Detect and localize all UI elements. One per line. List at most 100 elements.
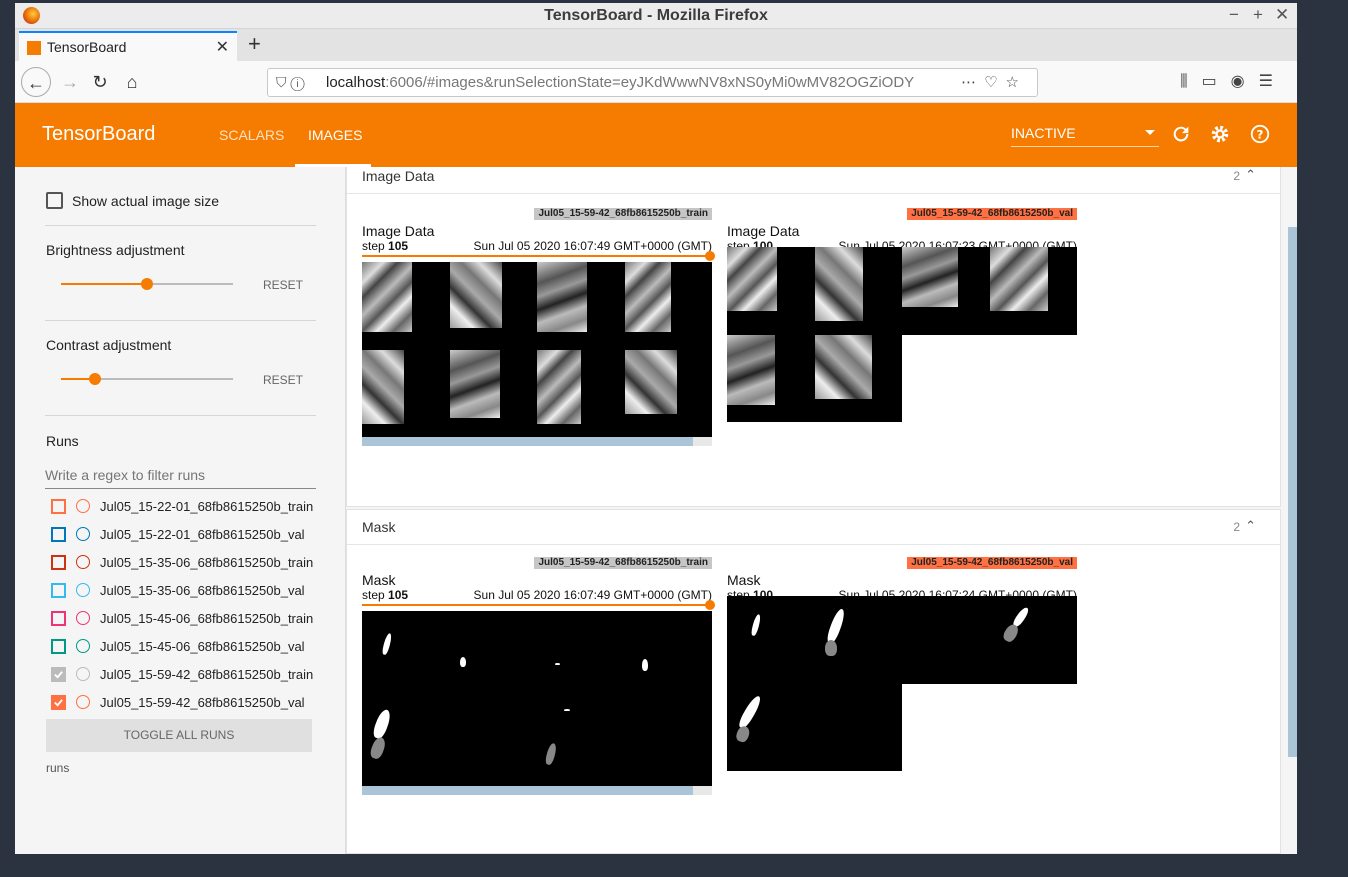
run-item[interactable]: Jul05_15-22-01_68fb8615250b_val [45, 522, 335, 550]
run-color-indicator[interactable] [76, 695, 90, 709]
run-color-indicator[interactable] [76, 667, 90, 681]
maximize-icon[interactable]: + [1253, 5, 1263, 25]
new-tab-icon[interactable]: + [248, 31, 261, 57]
card-header[interactable]: Mask 2 ⌃ [347, 510, 1280, 545]
pane-step: step 105 [362, 239, 408, 253]
run-label: Jul05_15-45-06_68fb8615250b_val [100, 639, 305, 654]
chevron-up-icon[interactable]: ⌃ [1245, 518, 1256, 534]
contrast-slider[interactable] [61, 373, 233, 385]
scrollbar-thumb[interactable] [362, 437, 693, 446]
mask-scrollbar[interactable] [362, 786, 712, 795]
run-checkbox[interactable] [51, 695, 66, 710]
nav-bar: ← → ↻ ⌂ ⛉ ⓘ localhost:6006/#images&runSe… [15, 61, 1297, 103]
browser-tab[interactable]: TensorBoard ✕ [19, 31, 237, 61]
image-tile [727, 247, 777, 311]
mask-blob [368, 735, 388, 761]
toggle-all-runs-button[interactable]: TOGGLE ALL RUNS [46, 719, 312, 752]
mask-blob [642, 659, 648, 671]
mask-blob [460, 657, 466, 667]
plugin-select[interactable]: INACTIVE [1011, 125, 1159, 147]
show-actual-size-checkbox[interactable] [46, 192, 63, 209]
card-image-data: Image Data 2 ⌃ Image Data step 105 Sun J… [346, 167, 1281, 507]
run-item[interactable]: Jul05_15-45-06_68fb8615250b_val [45, 634, 335, 662]
run-item[interactable]: Jul05_15-59-42_68fb8615250b_val [45, 690, 335, 718]
contrast-slider-knob[interactable] [89, 373, 102, 385]
run-label: Jul05_15-35-06_68fb8615250b_val [100, 583, 305, 598]
brightness-reset-button[interactable]: RESET [263, 278, 303, 292]
run-item[interactable]: Jul05_15-45-06_68fb8615250b_train [45, 606, 335, 634]
image-tile [362, 350, 404, 424]
run-checkbox[interactable] [51, 639, 66, 654]
brightness-slider[interactable] [61, 278, 233, 290]
brightness-slider-knob[interactable] [141, 278, 153, 290]
pane-step: step 105 [362, 588, 408, 602]
run-tag: Jul05_15-59-42_68fb8615250b_train [534, 208, 712, 220]
close-window-icon[interactable]: ✕ [1275, 5, 1289, 25]
run-color-indicator[interactable] [76, 527, 90, 541]
run-checkbox[interactable] [51, 611, 66, 626]
mask-grid [727, 596, 1077, 684]
run-checkbox[interactable] [51, 527, 66, 542]
mask-blob [381, 632, 393, 656]
forward-icon[interactable]: → [55, 67, 85, 97]
image-tile [815, 335, 872, 399]
mask-blob [750, 613, 762, 637]
image-scrollbar[interactable] [362, 437, 712, 446]
run-item[interactable]: Jul05_15-22-01_68fb8615250b_train [45, 494, 335, 522]
run-label: Jul05_15-22-01_68fb8615250b_val [100, 527, 305, 542]
run-item[interactable]: Jul05_15-35-06_68fb8615250b_val [45, 578, 335, 606]
tab-scalars[interactable]: SCALARS [219, 127, 284, 143]
run-label: Jul05_15-45-06_68fb8615250b_train [100, 611, 314, 626]
brand-title: TensorBoard [42, 123, 156, 145]
url-bar[interactable]: ⛉ ⓘ localhost:6006/#images&runSelectionS… [267, 68, 1038, 97]
help-icon[interactable]: ? [1249, 123, 1271, 145]
page-actions-icon[interactable]: ⋯♡☆ [961, 73, 1027, 91]
tensorboard-favicon-icon [27, 41, 41, 55]
run-checkbox[interactable] [51, 499, 66, 514]
step-slider-knob[interactable] [705, 251, 715, 261]
toolbar-icons[interactable]: ⫼▭◉☰ [1180, 71, 1287, 91]
card-header[interactable]: Image Data 2 ⌃ [347, 159, 1280, 194]
home-icon[interactable]: ⌂ [117, 67, 147, 97]
chevron-up-icon[interactable]: ⌃ [1245, 167, 1256, 183]
chevron-down-icon [1145, 130, 1155, 135]
reload-icon[interactable]: ↻ [85, 67, 115, 97]
tab-strip: TensorBoard ✕ + [15, 29, 1297, 61]
gear-icon[interactable] [1209, 123, 1231, 145]
minimize-icon[interactable]: − [1229, 5, 1239, 25]
mask-grid [727, 684, 902, 771]
run-color-indicator[interactable] [76, 499, 90, 513]
divider [45, 225, 316, 226]
svg-text:?: ? [1257, 128, 1264, 142]
run-color-indicator[interactable] [76, 639, 90, 653]
back-icon[interactable]: ← [21, 67, 51, 97]
step-slider[interactable] [362, 600, 715, 610]
tensorboard-header: TensorBoard SCALARS IMAGES INACTIVE ? [15, 103, 1297, 167]
close-tab-icon[interactable]: ✕ [216, 37, 229, 57]
plugin-select-value: INACTIVE [1011, 125, 1076, 141]
run-color-indicator[interactable] [76, 555, 90, 569]
step-slider-knob[interactable] [705, 600, 715, 610]
run-color-indicator[interactable] [76, 583, 90, 597]
run-filter-input[interactable]: Write a regex to filter runs [45, 463, 316, 489]
image-tile [625, 262, 671, 332]
scrollbar-thumb[interactable] [362, 786, 693, 795]
site-info-icon[interactable]: ⛉ ⓘ [276, 74, 305, 91]
run-checkbox[interactable] [51, 583, 66, 598]
image-grid [727, 335, 902, 422]
image-tile [362, 262, 412, 332]
step-slider[interactable] [362, 251, 715, 261]
refresh-icon[interactable] [1170, 123, 1192, 145]
contrast-reset-button[interactable]: RESET [263, 373, 303, 387]
run-item[interactable]: Jul05_15-35-06_68fb8615250b_train [45, 550, 335, 578]
run-item[interactable]: Jul05_15-59-42_68fb8615250b_train [45, 662, 335, 690]
sidebar: Show actual image size Brightness adjust… [15, 167, 346, 854]
page-scrollbar[interactable] [1288, 227, 1297, 757]
tab-images[interactable]: IMAGES [308, 127, 362, 143]
image-tile [815, 247, 863, 321]
run-color-indicator[interactable] [76, 611, 90, 625]
run-checkbox[interactable] [51, 555, 66, 570]
url-text[interactable]: localhost:6006/#images&runSelectionState… [326, 74, 946, 91]
run-checkbox[interactable] [51, 667, 66, 682]
step-value: 105 [388, 239, 409, 253]
